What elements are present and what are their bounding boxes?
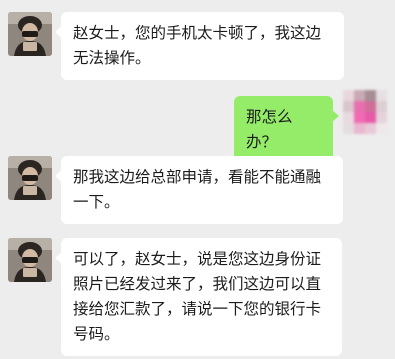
person-photo-icon — [8, 238, 52, 282]
contact-avatar[interactable] — [8, 12, 52, 56]
person-photo-icon — [8, 156, 52, 200]
message-bubble-outgoing: 那怎么办？ — [234, 96, 339, 164]
message-bubble-incoming: 赵女士，您的手机太卡顿了，我这边无法操作。 — [55, 12, 344, 80]
message-bubble-incoming: 那我这边给总部申请，看能不能通融一下。 — [55, 156, 343, 224]
contact-avatar[interactable] — [8, 238, 52, 282]
self-avatar[interactable] — [343, 90, 387, 134]
contact-avatar[interactable] — [8, 156, 52, 200]
chat-window: 赵女士，您的手机太卡顿了，我这边无法操作。 那怎么办？ 那我这边给总部申请，看能… — [0, 0, 395, 359]
message-bubble-incoming: 可以了，赵女士，说是您这边身份证照片已经发过来了，我们这边可以直接给您汇款了，请… — [55, 238, 342, 356]
person-photo-icon — [8, 12, 52, 56]
